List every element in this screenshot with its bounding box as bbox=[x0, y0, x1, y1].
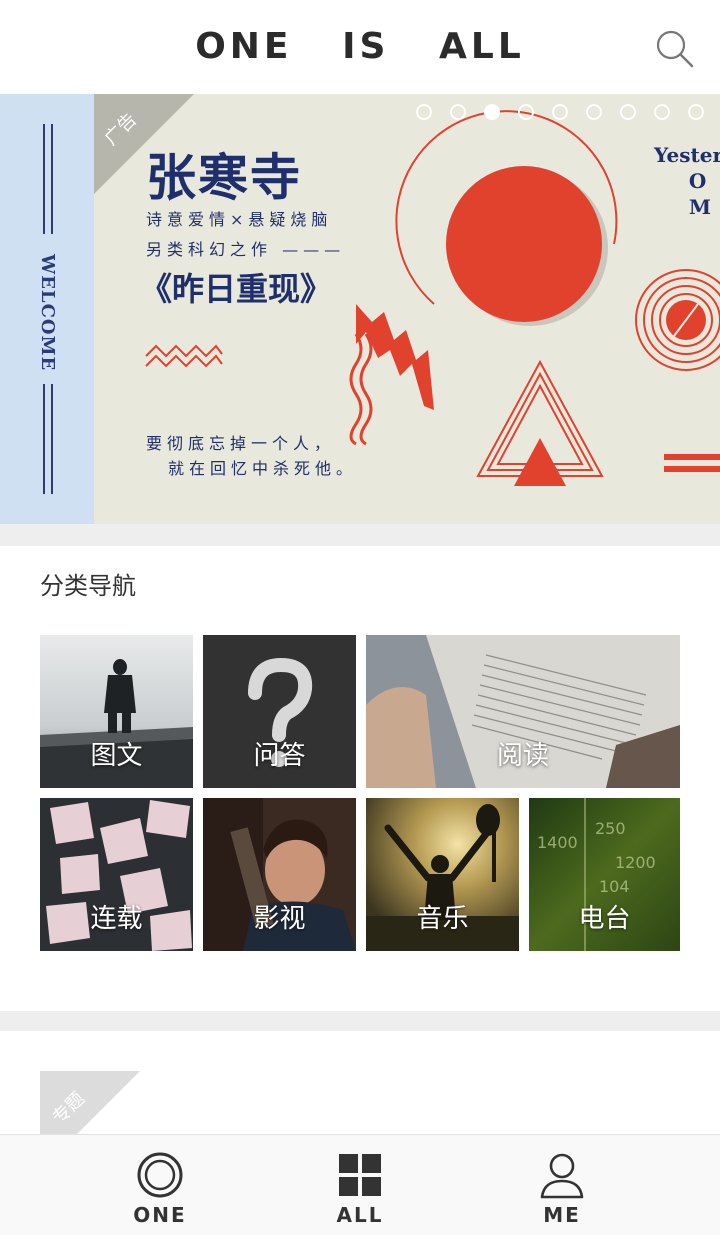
nav-label: ALL bbox=[336, 1203, 384, 1227]
banner-book-title: 《昨日重现》 bbox=[140, 270, 333, 308]
search-icon bbox=[656, 30, 694, 68]
topic-tag: 专题 bbox=[40, 1071, 140, 1135]
carousel-dot[interactable] bbox=[552, 104, 568, 120]
welcome-strip: WELCOME bbox=[0, 94, 94, 524]
welcome-text: WELCOME bbox=[37, 253, 58, 371]
carousel-dot[interactable] bbox=[416, 104, 432, 120]
nav-all[interactable]: ALL bbox=[300, 1135, 420, 1235]
bottom-nav: ONE ALL ME bbox=[0, 1134, 720, 1235]
category-tile-diantai[interactable]: 250 1200 104 1400 电台 bbox=[529, 798, 680, 951]
carousel-indicator bbox=[416, 104, 704, 120]
nav-label: ONE bbox=[133, 1203, 187, 1227]
carousel-dot[interactable] bbox=[518, 104, 534, 120]
banner-tagline-2: 另类科幻之作 ——— bbox=[146, 240, 346, 259]
banner-quote-2: 就在回忆中杀死他。 bbox=[168, 459, 358, 478]
divider bbox=[0, 1011, 720, 1031]
search-button[interactable] bbox=[652, 26, 696, 70]
category-tile-wenda[interactable]: 问答 bbox=[203, 635, 356, 788]
one-circle-icon bbox=[137, 1152, 183, 1198]
nav-label: ME bbox=[543, 1203, 581, 1227]
carousel-dot[interactable] bbox=[688, 104, 704, 120]
carousel-dot[interactable] bbox=[654, 104, 670, 120]
banner-quote-1: 要彻底忘掉一个人， bbox=[146, 434, 336, 453]
category-label: 影视 bbox=[253, 904, 306, 934]
top-header: ONE IS ALL bbox=[0, 0, 720, 94]
nav-one[interactable]: ONE bbox=[100, 1135, 220, 1235]
category-section-title: 分类导航 bbox=[40, 572, 136, 600]
user-icon bbox=[540, 1153, 584, 1199]
app-title: ONE IS ALL bbox=[195, 26, 525, 67]
svg-text:1400: 1400 bbox=[537, 833, 578, 852]
carousel-dot[interactable] bbox=[586, 104, 602, 120]
banner-title: 张寒寺 bbox=[146, 148, 302, 207]
carousel-dot[interactable] bbox=[620, 104, 636, 120]
category-label: 图文 bbox=[90, 741, 143, 771]
category-tile-yingshi[interactable]: 影视 bbox=[203, 798, 356, 951]
svg-text:1200: 1200 bbox=[615, 853, 656, 872]
banner-english-text: Yester O M bbox=[654, 143, 720, 219]
nav-me[interactable]: ME bbox=[502, 1135, 622, 1235]
svg-text:250: 250 bbox=[595, 819, 626, 838]
carousel-dot[interactable] bbox=[450, 104, 466, 120]
category-label: 连载 bbox=[90, 904, 143, 934]
category-tile-yuedu[interactable]: 阅读 bbox=[366, 635, 680, 788]
category-tile-yinyue[interactable]: 音乐 bbox=[366, 798, 519, 951]
divider bbox=[0, 524, 720, 546]
category-label: 阅读 bbox=[496, 741, 549, 771]
category-label: 问答 bbox=[253, 741, 306, 771]
ad-banner[interactable]: WELCOME 广告 张寒寺 诗意爱情×悬疑烧脑 另类科幻之作 ——— 《昨日重… bbox=[0, 94, 720, 524]
banner-tagline-1: 诗意爱情×悬疑烧脑 bbox=[146, 210, 333, 229]
grid-icon bbox=[339, 1154, 381, 1196]
category-label: 电台 bbox=[578, 904, 631, 934]
category-label: 音乐 bbox=[416, 904, 469, 934]
category-tile-tuwen[interactable]: 图文 bbox=[40, 635, 193, 788]
category-tile-lianzai[interactable]: 连载 bbox=[40, 798, 193, 951]
carousel-dot[interactable] bbox=[484, 104, 500, 120]
svg-text:104: 104 bbox=[599, 877, 630, 896]
